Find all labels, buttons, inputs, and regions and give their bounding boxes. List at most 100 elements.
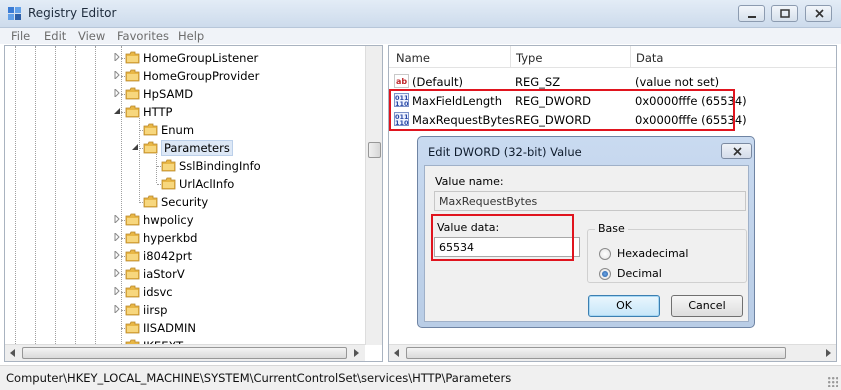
- tree-item-label[interactable]: Parameters: [161, 140, 233, 156]
- menu-bar: File Edit View Favorites Help: [0, 28, 841, 44]
- tree-horizontal-scroll-thumb[interactable]: [22, 347, 347, 359]
- tree-item[interactable]: Enum: [5, 121, 365, 139]
- folder-icon: [125, 267, 140, 280]
- tree-item[interactable]: SslBindingInfo: [5, 157, 365, 175]
- value-name: (Default): [412, 75, 463, 89]
- tree-item[interactable]: UrlAclInfo: [5, 175, 365, 193]
- tree-item-label[interactable]: hyperkbd: [143, 231, 197, 245]
- tree-item[interactable]: hwpolicy: [5, 211, 365, 229]
- close-icon: [733, 147, 742, 156]
- menu-file[interactable]: File: [11, 29, 30, 43]
- decimal-label[interactable]: Decimal: [617, 267, 662, 280]
- tree-item-label[interactable]: HTTP: [143, 105, 172, 119]
- tree-item-label[interactable]: Security: [161, 195, 208, 209]
- tree-item-label[interactable]: Enum: [161, 123, 194, 137]
- tree-item-label[interactable]: HomeGroupListener: [143, 51, 258, 65]
- highlight-box-values: [389, 89, 735, 131]
- scroll-right-icon[interactable]: [826, 349, 831, 357]
- folder-icon: [125, 303, 140, 316]
- tree-item[interactable]: HomeGroupProvider: [5, 67, 365, 85]
- collapsed-arrow-icon[interactable]: [113, 305, 121, 313]
- column-divider[interactable]: [630, 46, 631, 68]
- tree-item[interactable]: HpSAMD: [5, 85, 365, 103]
- column-divider[interactable]: [510, 46, 511, 68]
- ok-button[interactable]: OK: [588, 295, 660, 317]
- window-title: Registry Editor: [28, 6, 117, 20]
- registry-editor-icon: [8, 7, 21, 20]
- resize-grip-icon[interactable]: [828, 377, 838, 387]
- hexadecimal-label[interactable]: Hexadecimal: [617, 247, 688, 260]
- hexadecimal-radio[interactable]: [599, 248, 611, 260]
- tree-item-label[interactable]: iirsp: [143, 303, 167, 317]
- folder-icon: [125, 69, 140, 82]
- key-path: Computer\HKEY_LOCAL_MACHINE\SYSTEM\Curre…: [6, 371, 512, 385]
- menu-view[interactable]: View: [78, 29, 105, 43]
- tree-item-label[interactable]: iaStorV: [143, 267, 185, 281]
- tree-item-label[interactable]: i8042prt: [143, 249, 192, 263]
- key-tree[interactable]: HomeGroupListener HomeGroupProvider HpSAMD…: [4, 45, 383, 362]
- collapsed-arrow-icon[interactable]: [113, 269, 121, 277]
- highlight-box-value-data: [431, 214, 574, 261]
- menu-edit[interactable]: Edit: [44, 29, 66, 43]
- tree-item[interactable]: idsvc: [5, 283, 365, 301]
- column-data-header[interactable]: Data: [636, 51, 663, 65]
- menu-help[interactable]: Help: [178, 29, 204, 43]
- tree-item-label[interactable]: HomeGroupProvider: [143, 69, 259, 83]
- scroll-right-icon[interactable]: [354, 349, 359, 357]
- value-name-field: MaxRequestBytes: [434, 191, 746, 211]
- tree-vertical-scrollbar[interactable]: [365, 46, 382, 345]
- folder-icon: [125, 231, 140, 244]
- tree-item-label[interactable]: SslBindingInfo: [179, 159, 261, 173]
- expanded-arrow-icon[interactable]: [113, 107, 121, 115]
- tree-item[interactable]: IISADMIN: [5, 319, 365, 337]
- close-button[interactable]: [805, 5, 832, 22]
- column-type-header[interactable]: Type: [516, 51, 542, 65]
- list-horizontal-scroll-thumb[interactable]: [406, 347, 786, 359]
- collapsed-arrow-icon[interactable]: [113, 89, 121, 97]
- tree-item[interactable]: i8042prt: [5, 247, 365, 265]
- folder-icon: [125, 285, 140, 298]
- tree-item-label[interactable]: UrlAclInfo: [179, 177, 234, 191]
- tree-horizontal-scrollbar[interactable]: [5, 344, 365, 361]
- maximize-button[interactable]: [771, 5, 798, 22]
- tree-item[interactable]: hyperkbd: [5, 229, 365, 247]
- close-icon: [815, 9, 824, 18]
- folder-icon: [125, 321, 140, 334]
- tree-item-label[interactable]: HpSAMD: [143, 87, 193, 101]
- cancel-button[interactable]: Cancel: [671, 295, 743, 317]
- tree-item-label[interactable]: hwpolicy: [143, 213, 194, 227]
- value-data: (value not set): [635, 75, 720, 89]
- menu-favorites[interactable]: Favorites: [117, 29, 169, 43]
- folder-icon: [161, 159, 176, 172]
- collapsed-arrow-icon[interactable]: [113, 251, 121, 259]
- dialog-title: Edit DWORD (32-bit) Value: [428, 145, 582, 159]
- tree-item-label[interactable]: IISADMIN: [143, 321, 196, 335]
- minimize-button[interactable]: [738, 5, 765, 22]
- tree-item-label[interactable]: idsvc: [143, 285, 173, 299]
- string-value-icon: ab: [394, 74, 409, 88]
- list-horizontal-scrollbar[interactable]: [389, 344, 836, 361]
- column-name-header[interactable]: Name: [396, 51, 430, 65]
- value-name-label: Value name:: [435, 175, 504, 188]
- maximize-icon: [780, 9, 790, 18]
- collapsed-arrow-icon[interactable]: [113, 215, 121, 223]
- tree-item[interactable]: HTTP: [5, 103, 365, 121]
- scroll-left-icon[interactable]: [394, 349, 399, 357]
- collapsed-arrow-icon[interactable]: [113, 287, 121, 295]
- collapsed-arrow-icon[interactable]: [113, 53, 121, 61]
- dialog-close-button[interactable]: [721, 143, 752, 159]
- tree-item[interactable]: Parameters: [5, 139, 365, 157]
- title-bar: Registry Editor: [0, 0, 841, 28]
- tree-vertical-scroll-thumb[interactable]: [368, 142, 381, 158]
- collapsed-arrow-icon[interactable]: [113, 233, 121, 241]
- scroll-left-icon[interactable]: [10, 349, 15, 357]
- minimize-icon: [748, 16, 756, 18]
- tree-item[interactable]: iaStorV: [5, 265, 365, 283]
- folder-icon: [125, 51, 140, 64]
- expanded-arrow-icon[interactable]: [131, 143, 139, 151]
- tree-item[interactable]: Security: [5, 193, 365, 211]
- decimal-radio[interactable]: [599, 268, 611, 280]
- tree-item[interactable]: HomeGroupListener: [5, 49, 365, 67]
- collapsed-arrow-icon[interactable]: [113, 71, 121, 79]
- tree-item[interactable]: iirsp: [5, 301, 365, 319]
